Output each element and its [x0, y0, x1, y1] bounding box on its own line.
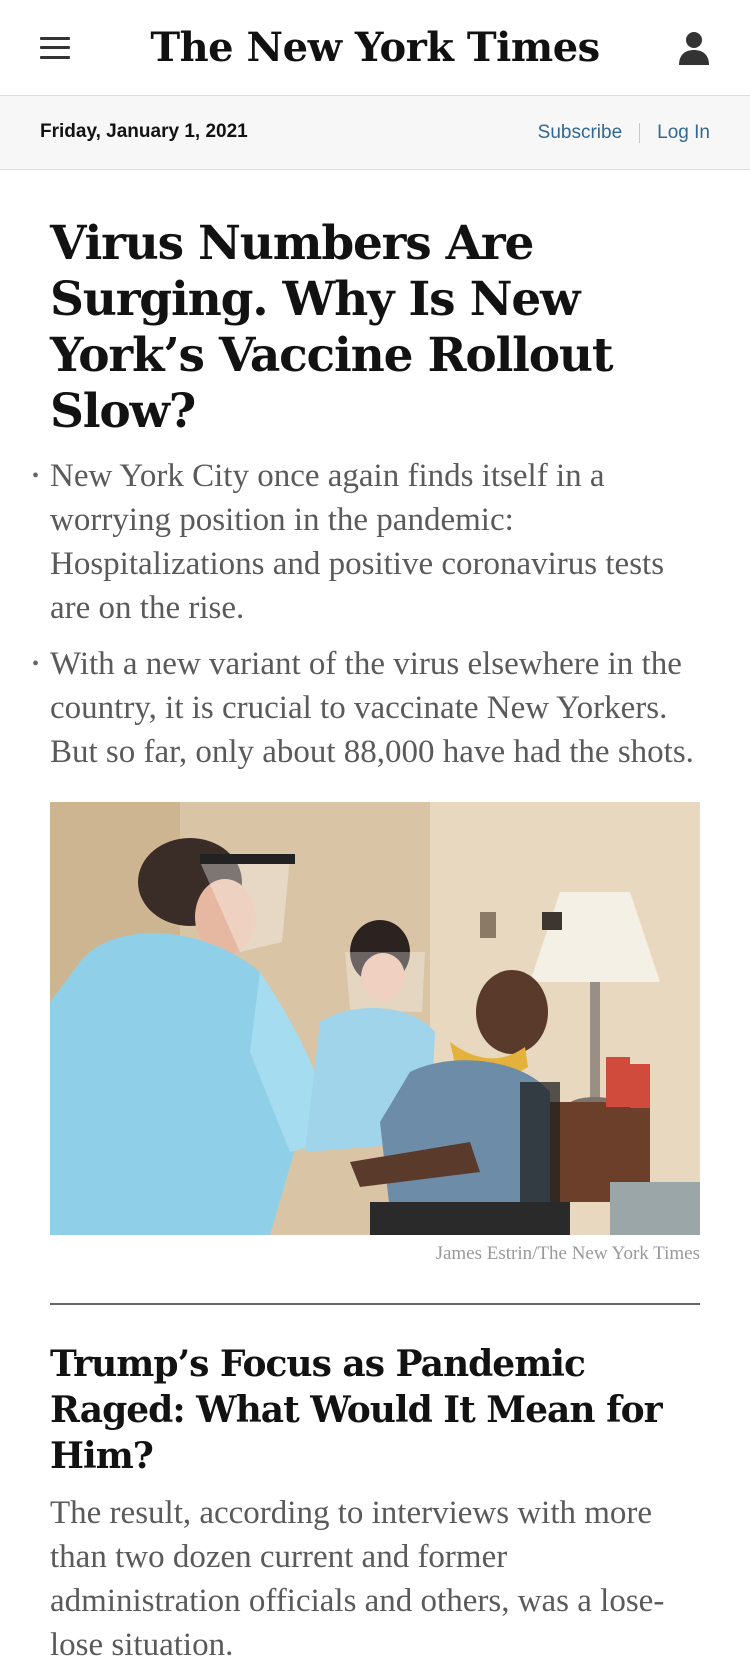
nyt-logo[interactable]: The New York Times	[150, 24, 600, 71]
current-date: Friday, January 1, 2021	[40, 120, 248, 142]
masthead: The New York Times	[0, 0, 750, 96]
lead-headline[interactable]: Virus Numbers Are Surging. Why Is New Yo…	[50, 216, 700, 440]
lead-story: Virus Numbers Are Surging. Why Is New Yo…	[32, 216, 700, 1265]
hamburger-menu-icon[interactable]	[40, 36, 70, 59]
second-summary: The result, according to interviews with…	[50, 1495, 665, 1663]
section-divider	[50, 1303, 700, 1305]
auth-divider	[639, 122, 641, 143]
second-headline[interactable]: Trump’s Focus as Pandemic Raged: What Wo…	[50, 1341, 700, 1479]
lead-photo[interactable]	[50, 802, 700, 1235]
login-link[interactable]: Log In	[657, 122, 710, 144]
subscribe-link[interactable]: Subscribe	[538, 122, 623, 144]
lead-summary-list: New York City once again finds itself in…	[32, 454, 700, 774]
user-icon[interactable]	[678, 30, 710, 66]
summary-bullet: With a new variant of the virus elsewher…	[32, 642, 700, 774]
main-content: Virus Numbers Are Surging. Why Is New Yo…	[0, 216, 750, 1667]
vaccination-photo-illustration	[50, 802, 700, 1235]
auth-links: Subscribe Log In	[538, 122, 710, 144]
second-story: Trump’s Focus as Pandemic Raged: What Wo…	[50, 1341, 700, 1667]
summary-bullet: New York City once again finds itself in…	[32, 454, 700, 630]
date-bar: Friday, January 1, 2021 Subscribe Log In	[0, 96, 750, 170]
photo-credit: James Estrin/The New York Times	[435, 1243, 700, 1264]
